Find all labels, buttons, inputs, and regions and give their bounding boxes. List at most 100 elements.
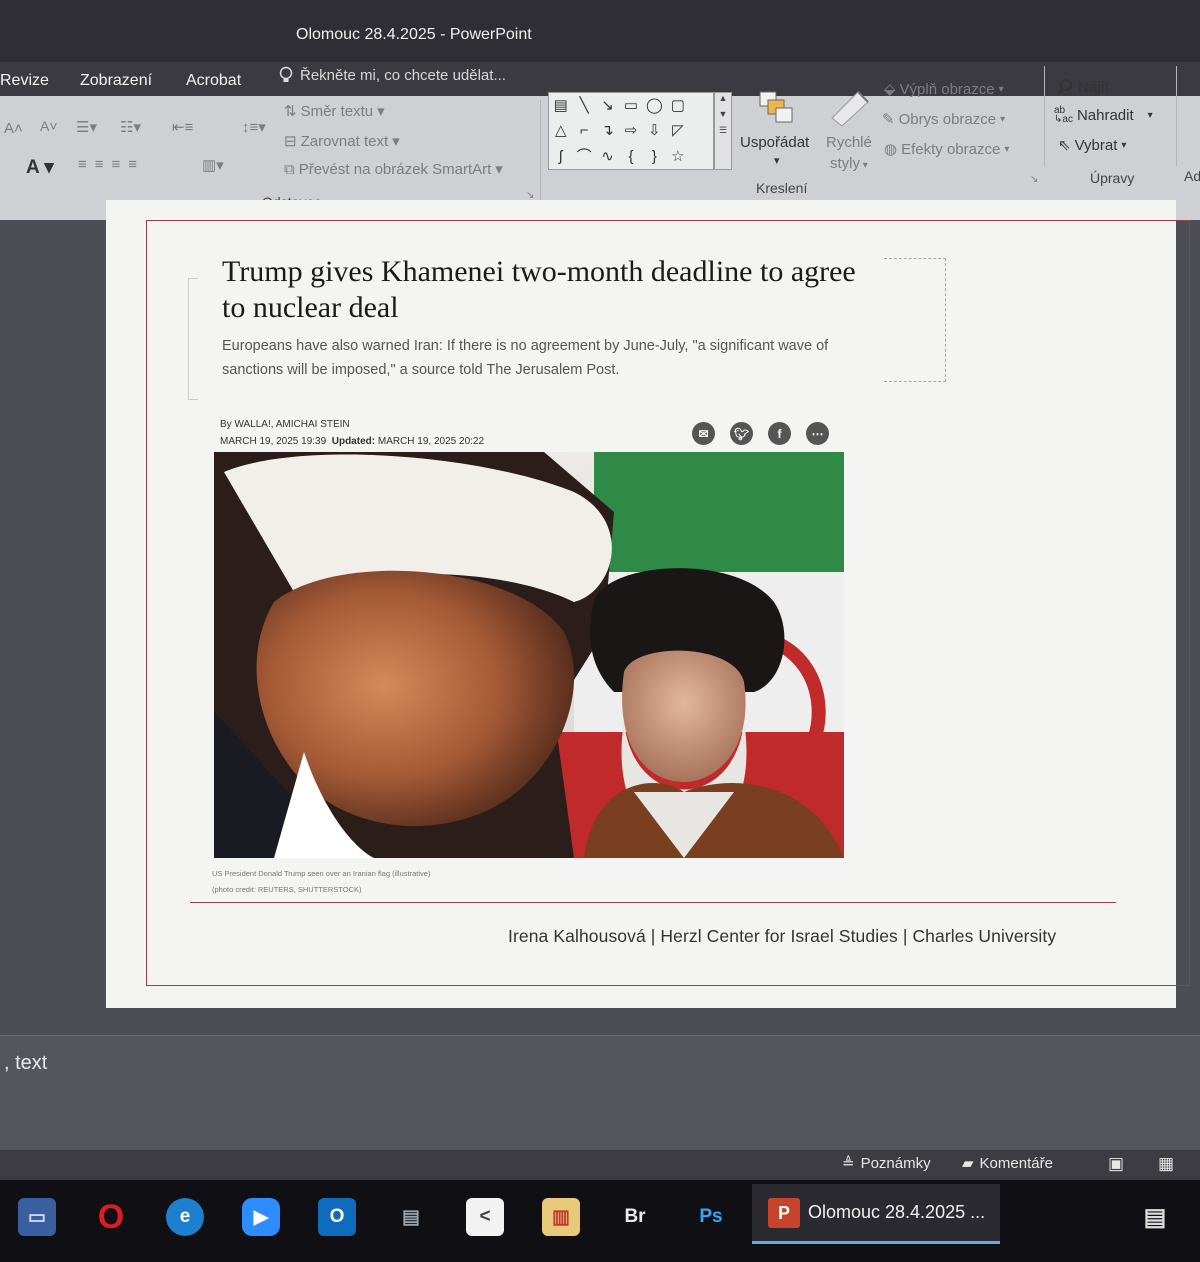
zoom-icon[interactable]: ▶: [242, 1198, 280, 1236]
save-icon[interactable]: ▭: [18, 1198, 56, 1236]
email-icon[interactable]: ✉: [692, 422, 715, 445]
dialog-launcher-icon[interactable]: ↘: [1030, 174, 1038, 185]
curve-shape-icon[interactable]: ∿: [596, 144, 619, 169]
scroll-down-icon[interactable]: ▼: [715, 109, 731, 119]
down-arrow-shape-icon[interactable]: ⇩: [643, 118, 666, 143]
oval-shape-icon[interactable]: ◯: [643, 93, 666, 118]
left-brace-shape-icon[interactable]: {: [619, 144, 642, 169]
textbox-shape-icon[interactable]: ▤: [549, 93, 572, 118]
more-icon[interactable]: ⋯: [806, 422, 829, 445]
columns-icon[interactable]: ▥▾: [202, 156, 224, 174]
shape-effects-icon: ◍: [884, 141, 898, 158]
quick-styles-button[interactable]: Rychlé styly ▾: [826, 132, 872, 176]
rounded-rect-shape-icon[interactable]: ▢: [666, 93, 689, 118]
blank-shape-cell: [690, 118, 713, 143]
shape-fill-button[interactable]: ⬙ Výplň obrazce ▾: [884, 80, 1004, 99]
share-icons: ✉ 🐦︎ f ⋯: [692, 422, 829, 445]
tab-acrobat[interactable]: Acrobat: [186, 72, 241, 90]
arrange-icon: [758, 90, 798, 126]
tell-me-search[interactable]: Řekněte mi, co chcete udělat...: [278, 66, 506, 84]
font-grow-icon[interactable]: A˄: [4, 120, 23, 137]
slide-sorter-icon[interactable]: ▦: [1158, 1154, 1174, 1174]
arc-shape-icon[interactable]: ⌒: [572, 144, 595, 169]
article-photo: [214, 452, 844, 858]
outlook-icon[interactable]: O: [318, 1198, 356, 1236]
share-icon[interactable]: <: [466, 1198, 504, 1236]
caption-line-2: (photo credit: REUTERS, SHUTTERSTOCK): [212, 885, 362, 894]
right-brace-shape-icon[interactable]: }: [643, 144, 666, 169]
text-direction-label: Směr textu: [300, 102, 374, 120]
group-separator: [540, 100, 541, 200]
smartart-button[interactable]: ⧉ Převést na obrázek SmartArt ▾: [284, 160, 503, 179]
facebook-icon[interactable]: f: [768, 422, 791, 445]
chevron-down-icon: ▾: [1004, 143, 1010, 155]
taskbar-window-label: Olomouc 28.4.2025 ...: [808, 1202, 986, 1222]
arrange-button[interactable]: Uspořádat: [740, 134, 809, 151]
comment-icon: ▰: [962, 1155, 974, 1172]
replace-icon: ab ↳ac: [1054, 105, 1073, 125]
chevron-down-icon: ▾: [1000, 113, 1006, 125]
text-direction-button[interactable]: ⇅ Směr textu ▾: [284, 102, 385, 121]
triangle-shape-icon[interactable]: △: [549, 118, 572, 143]
updated-label: Updated:: [331, 436, 376, 447]
search-icon: [1057, 79, 1072, 95]
select-button[interactable]: ⇖ Vybrat ▾: [1058, 136, 1127, 155]
notes-toggle[interactable]: ≜ Poznámky: [842, 1154, 931, 1173]
paint-bucket-icon: ⬙: [884, 81, 896, 98]
photoshop-icon[interactable]: Ps: [692, 1198, 730, 1236]
smartart-icon: ⧉: [284, 160, 295, 178]
replace-button[interactable]: ab ↳ac Nahradit ▾: [1054, 105, 1153, 125]
decrease-indent-icon[interactable]: ⇤≡: [172, 118, 193, 136]
align-text-button[interactable]: ⊟ Zarovnat text ▾: [284, 132, 400, 151]
article-byline: By WALLA!, AMICHAI STEIN: [220, 419, 350, 430]
quote-bracket-left: [188, 278, 198, 400]
scroll-up-icon[interactable]: ▲: [715, 93, 731, 103]
shape-outline-button[interactable]: ✎ Obrys obrazce ▾: [882, 110, 1006, 129]
updated-date: MARCH 19, 2025 20:22: [377, 436, 485, 447]
chevron-down-icon: ▾: [1121, 139, 1127, 151]
chevron-down-icon[interactable]: ▾: [774, 154, 780, 167]
edge-icon[interactable]: e: [166, 1198, 204, 1236]
twitter-icon[interactable]: 🐦︎: [730, 422, 753, 445]
bridge-icon[interactable]: Br: [616, 1198, 654, 1236]
bullets-icon[interactable]: ☰▾: [76, 118, 97, 136]
elbow-arrow-icon[interactable]: ↴: [596, 118, 619, 143]
comments-toggle[interactable]: ▰ Komentáře: [962, 1154, 1053, 1173]
shapes-gallery-scroll[interactable]: ▲ ▼ ☰: [714, 92, 732, 170]
rectangle-shape-icon[interactable]: ▭: [619, 93, 642, 118]
shapes-gallery[interactable]: ▤ ╲ ↘ ▭ ◯ ▢ △ ⌐ ↴ ⇨ ⇩ ◸ ʃ ⌒ ∿ { } ☆: [548, 92, 714, 170]
shape-effects-button[interactable]: ◍ Efekty obrazce ▾: [884, 140, 1010, 159]
file-explorer-icon[interactable]: ▤: [392, 1198, 430, 1236]
opera-icon[interactable]: O: [92, 1198, 130, 1236]
arrow-line-shape-icon[interactable]: ↘: [596, 93, 619, 118]
find-button[interactable]: Najít: [1056, 78, 1109, 96]
notifications-icon[interactable]: ▤: [1136, 1198, 1174, 1236]
normal-view-icon[interactable]: ▣: [1108, 1154, 1124, 1174]
freeform-shape-icon[interactable]: ◸: [666, 118, 689, 143]
group-label-drawing: Kreslení: [756, 180, 808, 196]
scribble-shape-icon[interactable]: ʃ: [549, 144, 572, 169]
align-text-label: Zarovnat text: [300, 132, 389, 150]
font-color-icon[interactable]: A ▾: [26, 156, 54, 179]
line-spacing-icon[interactable]: ↕≡▾: [242, 118, 266, 136]
line-shape-icon[interactable]: ╲: [572, 93, 595, 118]
gallery-more-icon[interactable]: ☰: [715, 125, 731, 136]
photo-caption: US President Donald Trump seen over an I…: [212, 866, 430, 898]
taskbar-powerpoint-window[interactable]: P Olomouc 28.4.2025 ...: [752, 1184, 1000, 1244]
pencil-icon: ✎: [882, 111, 895, 128]
elbow-connector-icon[interactable]: ⌐: [572, 118, 595, 143]
blank-shape-cell: [690, 144, 713, 169]
chevron-down-icon: ▾: [495, 161, 503, 178]
archive-icon[interactable]: ▥: [542, 1198, 580, 1236]
tab-revize[interactable]: Revize: [0, 72, 49, 90]
article-dateline: MARCH 19, 2025 19:39 Updated: MARCH 19, …: [220, 436, 484, 447]
tab-zobrazeni[interactable]: Zobrazení: [80, 72, 152, 90]
notes-pane[interactable]: , text: [0, 1035, 1200, 1150]
star-shape-icon[interactable]: ☆: [666, 144, 689, 169]
font-shrink-icon[interactable]: A˅: [40, 118, 58, 134]
select-label: Vybrat: [1074, 136, 1118, 154]
numbering-icon[interactable]: ☷▾: [120, 118, 141, 136]
group-separator: [1044, 66, 1045, 166]
alignment-icons[interactable]: ≡≡≡≡: [78, 156, 145, 173]
right-arrow-shape-icon[interactable]: ⇨: [619, 118, 642, 143]
